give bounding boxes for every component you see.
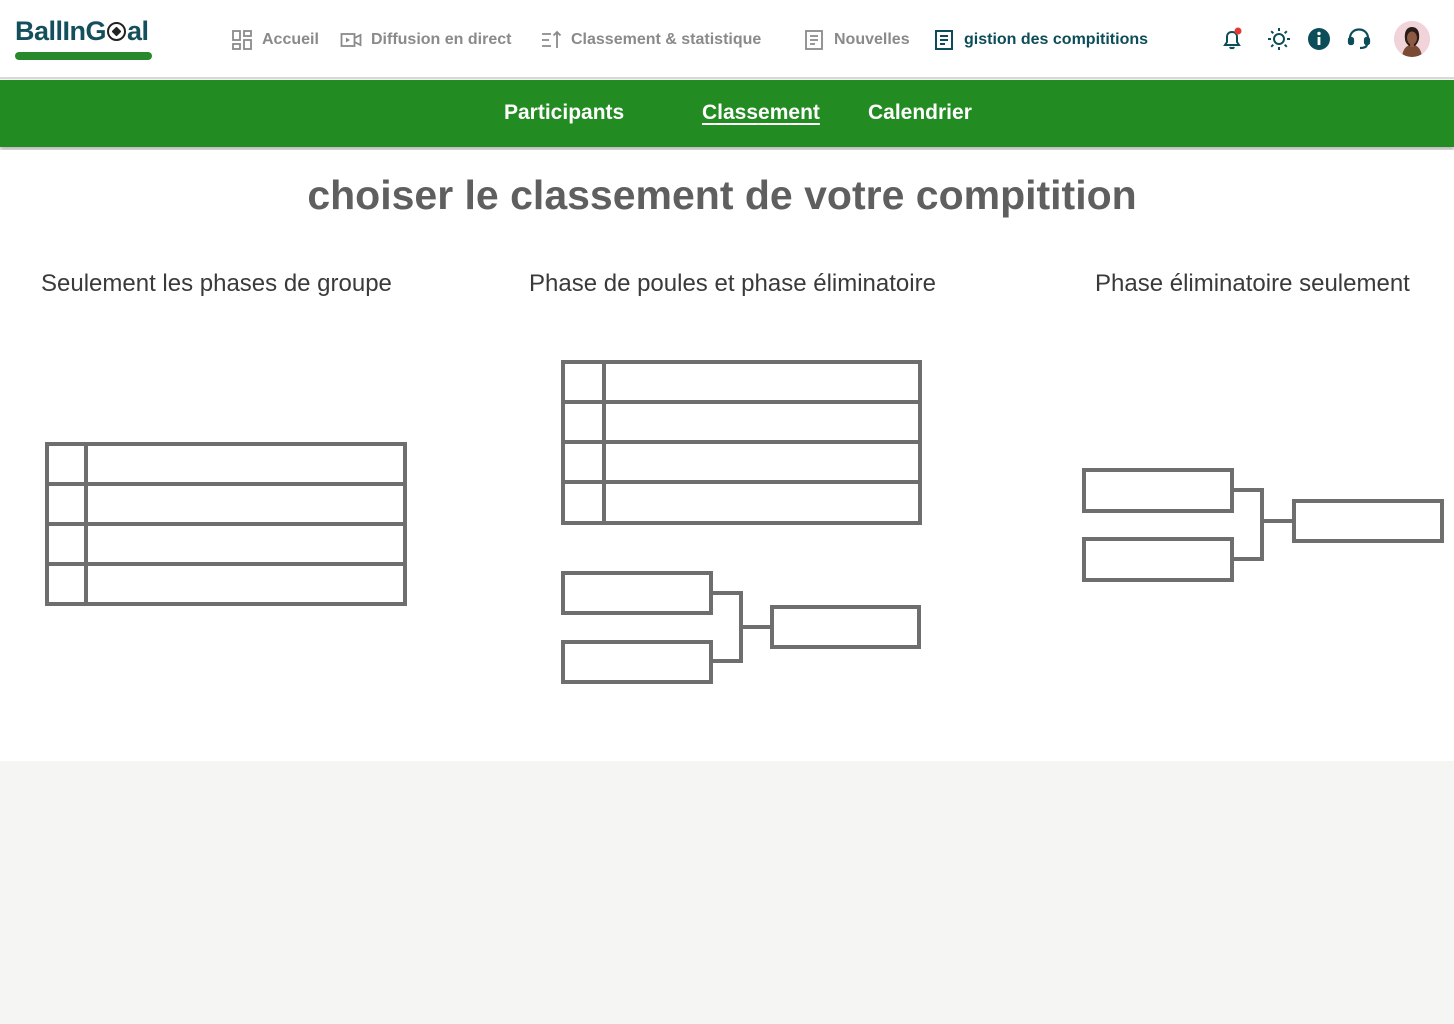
logo-underline xyxy=(15,52,152,60)
nav-item-nouvelles[interactable]: Nouvelles xyxy=(803,28,910,52)
dashboard-icon xyxy=(231,29,253,51)
info-icon[interactable] xyxy=(1306,26,1332,52)
competition-sub-navigation: Participants Classement Calendrier xyxy=(0,80,1454,147)
knockout-bracket-diagram xyxy=(1081,467,1447,590)
nav-item-classement-statistique[interactable]: Classement & statistique xyxy=(540,28,761,52)
option-title: Phase éliminatoire seulement xyxy=(1095,270,1410,297)
group-table-diagram xyxy=(560,359,924,532)
nav-item-label: Nouvelles xyxy=(834,31,910,48)
nav-item-accueil[interactable]: Accueil xyxy=(231,28,319,52)
knockout-bracket-diagram xyxy=(560,570,924,691)
tab-calendrier[interactable]: Calendrier xyxy=(868,101,972,125)
user-avatar[interactable] xyxy=(1394,21,1430,57)
video-icon xyxy=(340,29,362,51)
nav-item-label: Classement & statistique xyxy=(571,31,762,48)
top-navigation-bar: BallInG al Accueil Diffusion en direct Cl xyxy=(0,0,1454,79)
page-title: choiser le classement de votre compititi… xyxy=(307,172,1137,218)
nav-item-diffusion[interactable]: Diffusion en direct xyxy=(340,28,511,52)
tab-classement[interactable]: Classement xyxy=(702,101,820,125)
nav-item-label: gistion des compititions xyxy=(964,31,1149,48)
document-icon xyxy=(933,29,955,51)
logo-text: BallInG al xyxy=(15,16,149,46)
sort-icon xyxy=(540,29,562,51)
news-icon xyxy=(803,29,825,51)
nav-item-label: Accueil xyxy=(262,31,319,48)
support-headset-icon[interactable] xyxy=(1346,26,1372,52)
ranking-type-selection-panel: choiser le classement de votre compititi… xyxy=(0,150,1454,761)
ballingoal-logo[interactable]: BallInG al xyxy=(15,16,155,62)
nav-item-gestion-competitions[interactable]: gistion des compititions xyxy=(933,28,1148,52)
group-table-diagram xyxy=(44,441,410,614)
notification-bell-icon[interactable] xyxy=(1219,26,1245,52)
option-title: Seulement les phases de groupe xyxy=(41,270,392,297)
theme-sun-icon[interactable] xyxy=(1266,26,1292,52)
soccer-ball-icon xyxy=(107,22,127,41)
nav-item-label: Diffusion en direct xyxy=(371,31,512,48)
tab-participants[interactable]: Participants xyxy=(504,101,624,125)
option-title: Phase de poules et phase éliminatoire xyxy=(529,270,936,297)
